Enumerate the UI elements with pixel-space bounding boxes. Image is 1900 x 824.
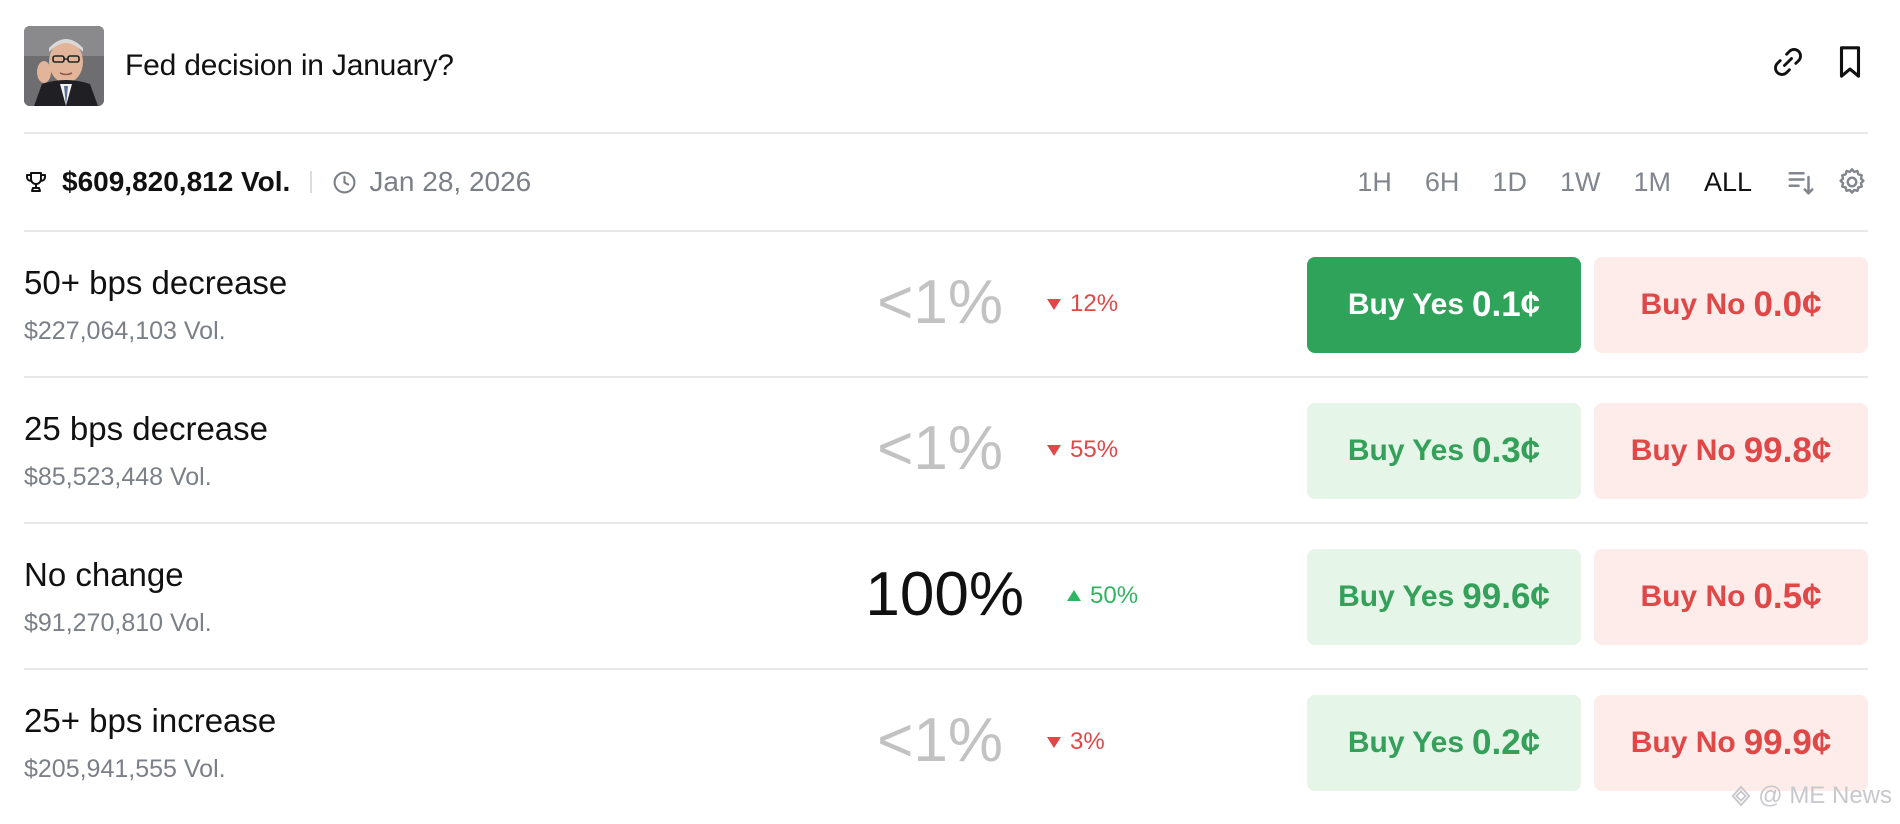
buy-yes-label: Buy Yes (1347, 434, 1465, 467)
triangle-up-icon (1067, 590, 1081, 601)
market-page: Fed decision in January? $609,820,812 Vo… (24, 0, 1868, 816)
buy-yes-price: 99.6¢ (1462, 577, 1550, 616)
outcome-volume: $91,270,810 Vol. (24, 609, 212, 637)
outcome-volume: $205,941,555 Vol. (24, 755, 226, 783)
outcome-change-value: 12% (1070, 290, 1119, 317)
triangle-down-icon (1047, 445, 1061, 456)
buy-no-button[interactable]: Buy No 0.0¢ (1594, 257, 1868, 353)
buy-no-label: Buy No (1640, 580, 1746, 613)
range-1m[interactable]: 1M (1633, 167, 1671, 198)
buy-yes-label: Buy Yes (1347, 288, 1465, 321)
watermark-logo-icon (1731, 785, 1751, 807)
buy-yes-button[interactable]: Buy Yes 0.3¢ (1307, 403, 1581, 499)
divider (310, 171, 313, 193)
buy-yes-price: 0.2¢ (1472, 723, 1541, 762)
buy-no-label: Buy No (1640, 288, 1746, 321)
outcome-probability: 100% (865, 560, 1024, 629)
buy-no-price: 0.0¢ (1753, 285, 1822, 324)
outcome-change-value: 50% (1090, 582, 1139, 609)
market-summary-bar: $609,820,812 Vol. Jan 28, 2026 1H 6H 1D … (24, 134, 1868, 232)
buy-no-price: 99.8¢ (1743, 431, 1832, 470)
outcome-change-value: 3% (1070, 728, 1105, 755)
header-actions (1770, 44, 1868, 80)
outcome-row[interactable]: 50+ bps decrease $227,064,103 Vol. <1% 1… (24, 232, 1868, 378)
outcome-row[interactable]: No change $91,270,810 Vol. 100% 50% Buy … (24, 524, 1868, 670)
outcome-volume: $85,523,448 Vol. (24, 463, 212, 491)
resolution-date: Jan 28, 2026 (332, 166, 531, 198)
range-6h[interactable]: 6H (1425, 167, 1460, 198)
total-volume: $609,820,812 Vol. (24, 166, 290, 198)
outcome-name: 25 bps decrease (24, 410, 269, 447)
buy-no-button[interactable]: Buy No 0.5¢ (1594, 549, 1868, 645)
buy-yes-button[interactable]: Buy Yes 0.1¢ (1307, 257, 1581, 353)
buy-no-button[interactable]: Buy No 99.9¢ (1594, 695, 1868, 791)
outcome-change: 3% (1046, 728, 1105, 756)
buy-yes-label: Buy Yes (1347, 726, 1465, 759)
portrait-image (24, 26, 104, 106)
bookmark-icon[interactable] (1832, 44, 1868, 80)
outcome-probability: <1% (877, 706, 1003, 775)
sort-icon[interactable] (1786, 167, 1816, 197)
outcome-name: 25+ bps increase (24, 702, 277, 739)
buy-no-price: 99.9¢ (1743, 723, 1832, 762)
link-icon[interactable] (1770, 44, 1806, 80)
buy-no-button[interactable]: Buy No 99.8¢ (1594, 403, 1868, 499)
resolution-date-label: Jan 28, 2026 (369, 166, 532, 197)
gear-icon[interactable] (1836, 166, 1868, 198)
buy-yes-button[interactable]: Buy Yes 0.2¢ (1307, 695, 1581, 791)
watermark: @ ME News (1730, 782, 1892, 810)
outcome-change: 55% (1046, 436, 1118, 464)
triangle-down-icon (1047, 737, 1061, 748)
market-header: Fed decision in January? (24, 0, 1868, 134)
buy-yes-label: Buy Yes (1338, 580, 1455, 613)
range-1h[interactable]: 1H (1357, 167, 1392, 198)
range-all[interactable]: ALL (1704, 167, 1752, 198)
outcome-row[interactable]: 25+ bps increase $205,941,555 Vol. <1% 3… (24, 670, 1868, 816)
buy-no-price: 0.5¢ (1753, 577, 1822, 616)
outcome-probability: <1% (877, 268, 1003, 337)
buy-yes-price: 0.1¢ (1472, 285, 1541, 324)
total-volume-label: $609,820,812 Vol. (62, 166, 291, 197)
outcome-name: No change (24, 556, 184, 593)
outcome-row[interactable]: 25 bps decrease $85,523,448 Vol. <1% 55%… (24, 378, 1868, 524)
buy-no-label: Buy No (1630, 434, 1736, 467)
range-1w[interactable]: 1W (1560, 167, 1601, 198)
buy-no-label: Buy No (1630, 726, 1736, 759)
outcome-probability: <1% (877, 414, 1003, 483)
buy-yes-button[interactable]: Buy Yes 99.6¢ (1307, 549, 1581, 645)
time-range-selector: 1H 6H 1D 1W 1M ALL (1324, 134, 1868, 230)
range-1d[interactable]: 1D (1492, 167, 1527, 198)
page-title: Fed decision in January? (125, 49, 454, 82)
outcome-change-value: 55% (1070, 436, 1119, 463)
trophy-icon (26, 172, 46, 192)
avatar (24, 26, 104, 106)
outcome-volume: $227,064,103 Vol. (24, 317, 226, 345)
triangle-down-icon (1047, 299, 1061, 310)
outcome-change: 50% (1066, 582, 1138, 610)
buy-yes-price: 0.3¢ (1472, 431, 1541, 470)
range-tools (1786, 166, 1868, 198)
outcome-change: 12% (1046, 290, 1118, 318)
outcome-name: 50+ bps decrease (24, 264, 288, 301)
clock-icon (333, 171, 356, 193)
watermark-text: @ ME News (1758, 782, 1892, 809)
